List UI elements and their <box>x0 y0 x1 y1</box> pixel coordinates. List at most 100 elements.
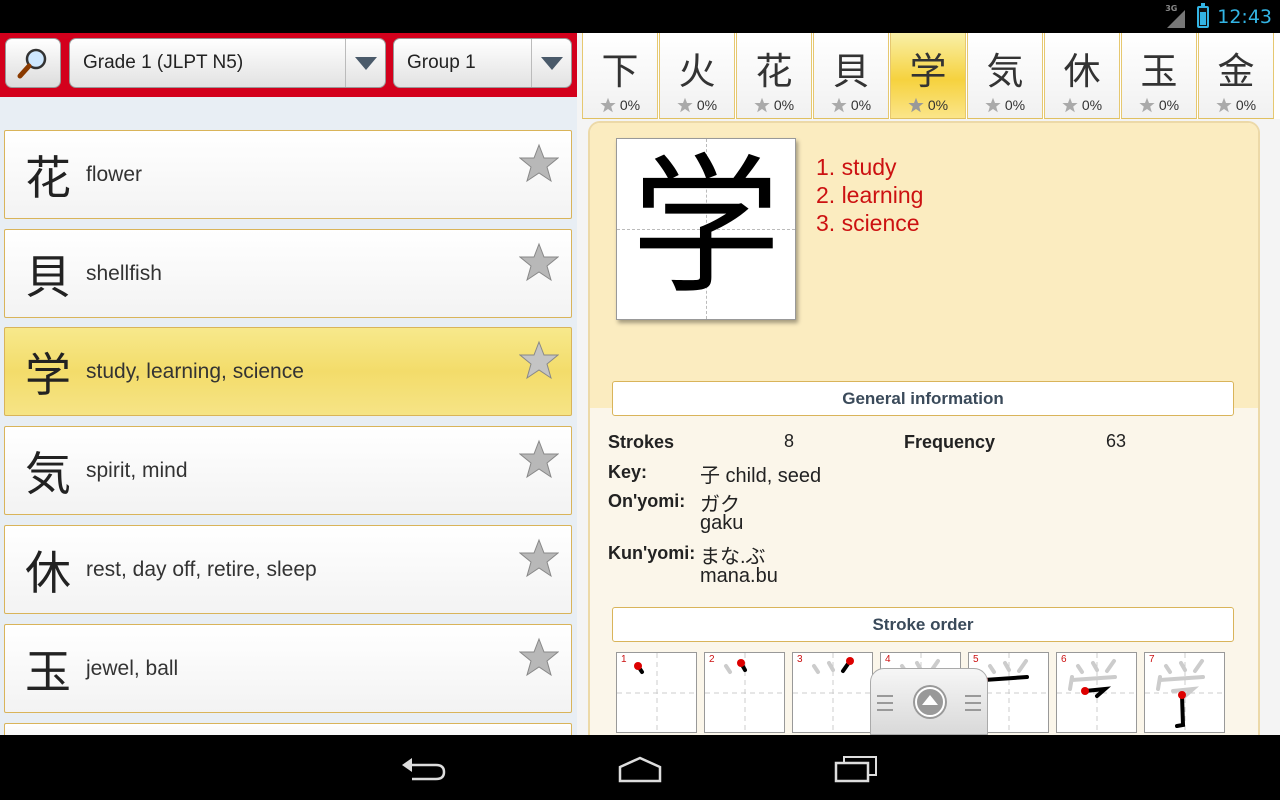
tab-kanji[interactable]: 休 0% <box>1044 33 1120 119</box>
general-info-header: General information <box>612 381 1234 416</box>
onyomi-label: On'yomi: <box>608 491 686 511</box>
strokes-value: 8 <box>784 431 795 451</box>
stroke-order-step: 3 <box>792 652 874 734</box>
list-item-meaning: rest, day off, retire, sleep <box>86 557 317 581</box>
status-icons: 3G 12:43 <box>1165 2 1272 29</box>
left-pane: 花 flower 貝 shellfish 学 study, learning, … <box>0 33 577 735</box>
tab-kanji[interactable]: 貝 0% <box>813 33 889 119</box>
stroke-order-step: 6 <box>1056 652 1138 734</box>
list-item-kanji: 玉 <box>25 644 71 699</box>
meaning-item: 2. learning <box>816 182 924 208</box>
star-icon <box>985 97 1001 113</box>
toolbar: Grade 1 (JLPT N5) Group 1 <box>0 33 577 97</box>
onyomi-romaji: gaku <box>700 512 744 534</box>
list-item-kanji: 花 <box>25 150 71 205</box>
star-icon <box>1139 97 1155 113</box>
list-item-meaning: flower <box>86 162 143 186</box>
kunyomi-romaji: mana.bu <box>700 565 778 587</box>
list-item-kanji: 貝 <box>25 249 71 304</box>
star-icon <box>908 97 924 113</box>
tab-kanji-char: 貝 <box>832 50 870 93</box>
tab-progress: 0% <box>696 97 718 113</box>
star-icon[interactable] <box>519 242 559 282</box>
group-dropdown-value: Group 1 <box>407 52 476 73</box>
back-arrow-icon <box>402 758 446 781</box>
stroke-order-step: 1 <box>616 652 698 734</box>
tab-kanji[interactable]: 花 0% <box>736 33 812 119</box>
kanji-list[interactable]: 花 flower 貝 shellfish 学 study, learning, … <box>0 33 577 735</box>
key-label: Key: <box>608 462 648 482</box>
recent-apps-icon <box>834 756 877 783</box>
stroke-order-step: 2 <box>704 652 786 734</box>
back-button[interactable] <box>394 749 454 789</box>
search-button[interactable] <box>5 38 61 88</box>
tab-kanji[interactable]: 気 0% <box>967 33 1043 119</box>
signal-icon: 3G <box>1165 4 1189 28</box>
list-item-kanji: 休 <box>25 545 71 600</box>
stroke-order-step: 7 <box>1144 652 1226 734</box>
magnifier-icon <box>17 48 47 79</box>
navigation-bar <box>0 735 1280 800</box>
meaning-item: 3. science <box>816 210 920 236</box>
list-item-selected[interactable]: 学 study, learning, science <box>4 327 572 416</box>
tab-progress: 0% <box>1081 97 1103 113</box>
list-item-meaning: jewel, ball <box>86 656 179 680</box>
status-bar: 3G 12:43 <box>0 0 1280 33</box>
tab-kanji-char: 玉 <box>1140 50 1178 93</box>
battery-icon <box>1197 2 1210 28</box>
strokes-label: Strokes <box>608 432 675 452</box>
list-item[interactable]: 玉 jewel, ball <box>4 624 572 713</box>
star-icon <box>600 97 616 113</box>
tab-kanji[interactable]: 玉 0% <box>1121 33 1197 119</box>
home-icon <box>618 756 662 783</box>
tab-kanji-char: 気 <box>986 50 1024 93</box>
list-item[interactable]: 気 spirit, mind <box>4 426 572 515</box>
tab-progress: 0% <box>1235 97 1257 113</box>
expand-panel-handle[interactable] <box>870 668 988 735</box>
star-icon[interactable] <box>519 340 559 380</box>
tab-progress: 0% <box>927 97 949 113</box>
list-item-partial[interactable] <box>4 723 572 735</box>
tab-kanji[interactable]: 金 0% <box>1198 33 1274 119</box>
grade-dropdown[interactable]: Grade 1 (JLPT N5) <box>69 38 386 88</box>
kanji-large: 学 <box>630 141 781 315</box>
kanji-detail-panel[interactable]: 学 1. study 2. learning 3. science Genera… <box>588 121 1260 735</box>
tab-kanji-selected[interactable]: 学 0% <box>890 33 966 119</box>
tab-kanji-char: 火 <box>678 50 716 93</box>
star-icon[interactable] <box>519 439 559 479</box>
tab-kanji[interactable]: 下 0% <box>582 33 658 119</box>
tab-kanji-char: 下 <box>601 50 639 93</box>
home-button[interactable] <box>610 749 670 789</box>
kanji-tabs: 下 0% 火 0% 花 0% 貝 0% 学 0% 気 0% 休 0% 玉 0% <box>582 33 1280 119</box>
chevron-down-icon <box>531 39 571 87</box>
star-icon <box>1216 97 1232 113</box>
star-icon[interactable] <box>519 637 559 677</box>
tab-progress: 0% <box>773 97 795 113</box>
group-dropdown[interactable]: Group 1 <box>393 38 572 88</box>
clock: 12:43 <box>1217 5 1272 28</box>
list-item-meaning: spirit, mind <box>86 458 188 482</box>
meanings-list: 1. study 2. learning 3. science <box>816 153 923 237</box>
star-icon <box>754 97 770 113</box>
list-item-kanji: 学 <box>25 347 71 402</box>
list-item[interactable]: 花 flower <box>4 130 572 219</box>
chevron-up-icon[interactable] <box>913 685 947 719</box>
recent-apps-button[interactable] <box>826 749 886 789</box>
frequency-value: 63 <box>1106 431 1127 451</box>
star-icon[interactable] <box>519 143 559 183</box>
list-item[interactable]: 休 rest, day off, retire, sleep <box>4 525 572 614</box>
app-window: 花 flower 貝 shellfish 学 study, learning, … <box>0 33 1280 735</box>
tab-kanji[interactable]: 火 0% <box>659 33 735 119</box>
tab-kanji-char: 金 <box>1217 50 1255 93</box>
star-icon[interactable] <box>519 538 559 578</box>
list-item-meaning: study, learning, science <box>86 359 304 383</box>
star-icon <box>1062 97 1078 113</box>
tab-kanji-char: 花 <box>755 50 793 93</box>
meaning-item: 1. study <box>816 154 897 180</box>
frequency-label: Frequency <box>904 432 996 452</box>
list-item[interactable]: 貝 shellfish <box>4 229 572 318</box>
grip-icon <box>877 695 893 711</box>
key-value: 子 child, seed <box>700 465 822 487</box>
tab-progress: 0% <box>850 97 872 113</box>
grip-icon <box>965 695 981 711</box>
